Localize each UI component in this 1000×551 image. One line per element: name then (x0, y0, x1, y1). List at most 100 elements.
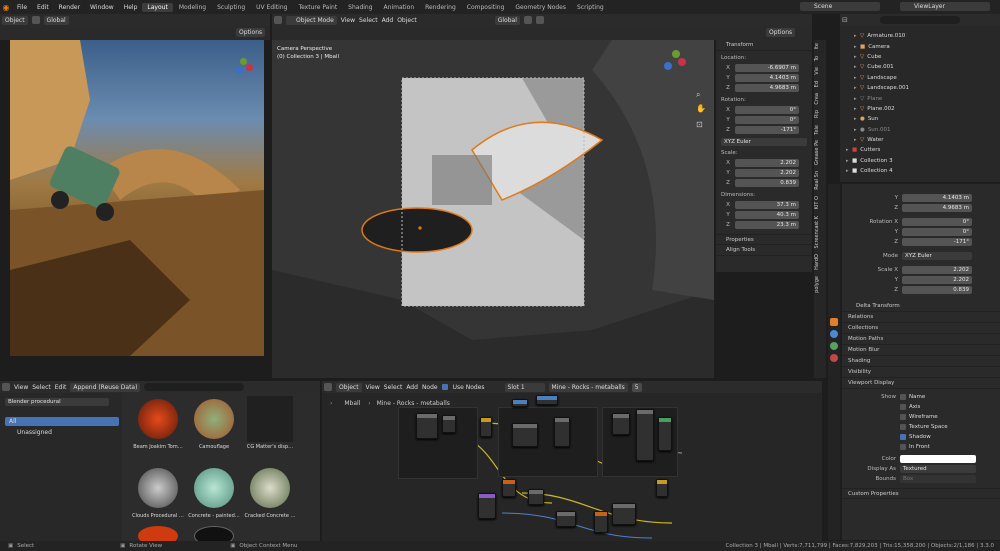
asset-tile[interactable]: Beam Joakim Tom… (132, 396, 184, 460)
node-menu-select[interactable]: Select (384, 384, 403, 391)
sidebar-tab-item[interactable]: Ite (814, 40, 824, 53)
shader-node[interactable] (416, 413, 438, 439)
motion-blur-section[interactable]: Motion Blur (842, 345, 1000, 356)
sidebar-tab-polygon[interactable]: polyge (814, 273, 824, 296)
properties-section[interactable]: Properties (716, 234, 812, 245)
show-name-checkbox[interactable] (900, 394, 906, 400)
shader-node[interactable] (556, 511, 576, 527)
asset-menu-view[interactable]: View (14, 384, 28, 391)
prop-rotation-x[interactable]: 0° (902, 218, 972, 226)
outliner-row[interactable]: ▸ ▽ Landscape (840, 73, 1000, 83)
asset-menu-select[interactable]: Select (32, 384, 51, 391)
material-icon[interactable] (830, 354, 838, 362)
asset-tile[interactable]: Cracked Concrete … (244, 465, 296, 529)
node-editor-type-icon[interactable] (324, 383, 332, 391)
shader-node[interactable] (658, 417, 672, 451)
object-properties-icon[interactable] (830, 318, 838, 326)
menu-edit[interactable]: Edit (32, 4, 54, 11)
tab-scripting[interactable]: Scripting (572, 3, 609, 12)
main-3d-viewport[interactable] (272, 40, 714, 378)
outliner-row[interactable]: ▸ ■ Collection 4 (840, 166, 1000, 176)
shader-node[interactable] (612, 413, 630, 435)
outliner-row[interactable]: ▸ ▽ Water (840, 135, 1000, 145)
menu-window[interactable]: Window (85, 4, 119, 11)
prop-rotation-z[interactable]: -171° (902, 238, 972, 246)
zoom-icon[interactable]: ⌕ (696, 90, 706, 100)
menu-file[interactable]: File (12, 4, 32, 11)
sidebar-tab-tele[interactable]: Tele (814, 122, 824, 138)
show-shadow-checkbox[interactable] (900, 434, 906, 440)
shader-node[interactable] (442, 415, 456, 433)
sidebar-tab-kit-ops[interactable]: KIT O (814, 193, 824, 212)
outliner-row[interactable]: ▸ ▽ Landscape.001 (840, 83, 1000, 93)
node-canvas[interactable]: › Mball › Mine - Rocks - metaballs (322, 393, 822, 541)
collections-section[interactable]: Collections (842, 323, 1000, 334)
viewport-display-section[interactable]: Viewport Display (842, 378, 1000, 389)
dimension-x-field[interactable]: 37.3 m (735, 201, 799, 209)
show-wireframe-checkbox[interactable] (900, 414, 906, 420)
outliner-row[interactable]: ▸ ■ Collection 3 (840, 156, 1000, 166)
tab-compositing[interactable]: Compositing (462, 3, 510, 12)
menu-view[interactable]: View (341, 17, 355, 24)
cursor-icon[interactable] (31, 16, 40, 24)
outliner-row[interactable]: ▸ ▽ Armature.010 (840, 31, 1000, 41)
shader-node[interactable] (478, 493, 496, 519)
catalog-unassigned[interactable]: Unassigned (5, 428, 119, 437)
tab-texture-paint[interactable]: Texture Paint (293, 3, 342, 12)
material-name-field[interactable]: Mine - Rocks - metaballs (548, 382, 628, 392)
sidebar-tab-view[interactable]: Vie (814, 64, 824, 78)
tab-uv-editing[interactable]: UV Editing (251, 3, 292, 12)
outliner-row[interactable]: ▸ ■ Cutters (840, 145, 1000, 155)
scale-y-field[interactable]: 2.202 (735, 169, 799, 177)
asset-editor-type-icon[interactable] (2, 383, 10, 391)
location-x-field[interactable]: -6.6907 m (735, 64, 799, 72)
outliner-row[interactable]: ▸ ■ Camera (840, 41, 1000, 51)
material-users-count[interactable]: 5 (631, 382, 642, 392)
sidebar-tab-grease-pencil[interactable]: Grease Pe (814, 137, 824, 168)
transform-header[interactable]: Transform (716, 40, 812, 51)
physics-icon[interactable] (830, 342, 838, 350)
scale-x-field[interactable]: 2.202 (735, 159, 799, 167)
tab-shading[interactable]: Shading (343, 3, 377, 12)
asset-tile[interactable]: CG Matter's disp… (244, 396, 296, 460)
prop-scale-x[interactable]: 2.202 (902, 266, 972, 274)
shader-node[interactable] (512, 399, 528, 407)
mode-dropdown[interactable]: Object Mode (286, 15, 337, 25)
blender-logo-icon[interactable]: ◉ (0, 3, 12, 12)
delta-transform-section[interactable]: Delta Transform (842, 301, 1000, 312)
sidebar-tab-screencast[interactable]: Screencast K (814, 213, 824, 251)
pan-hand-icon[interactable]: ✋ (696, 104, 706, 114)
tab-animation[interactable]: Animation (379, 3, 420, 12)
outliner-row[interactable]: ▸ ● Sun.001 (840, 125, 1000, 135)
proportional-edit-icon[interactable] (535, 16, 544, 24)
tab-sculpting[interactable]: Sculpting (212, 3, 250, 12)
import-method-dropdown[interactable]: Append (Reuse Data) (70, 382, 141, 392)
prop-location-z[interactable]: 4.9683 m (902, 204, 972, 212)
prop-rotation-y[interactable]: 0° (902, 228, 972, 236)
show-in-front-checkbox[interactable] (900, 444, 906, 450)
shader-node[interactable] (536, 395, 558, 405)
show-axis-checkbox[interactable] (900, 404, 906, 410)
node-frame[interactable] (398, 407, 478, 479)
location-z-field[interactable]: 4.9683 m (735, 84, 799, 92)
asset-tile[interactable]: Camouflage (188, 396, 240, 460)
use-nodes-checkbox[interactable] (441, 384, 448, 390)
left-mode-dropdown[interactable]: Object (2, 15, 28, 25)
snap-icon[interactable] (523, 16, 532, 24)
catalog-all[interactable]: All (5, 417, 119, 426)
left-navigation-gizmo[interactable] (236, 58, 253, 74)
outliner-row[interactable]: ▸ ▽ Plane (840, 93, 1000, 103)
shader-node[interactable] (636, 409, 654, 461)
editor-type-icon[interactable] (274, 16, 282, 24)
node-menu-node[interactable]: Node (422, 384, 438, 391)
shader-node[interactable] (612, 503, 636, 525)
sidebar-tab-real-snow[interactable]: Real Sn (814, 168, 824, 193)
shader-node[interactable] (656, 479, 668, 497)
slot-dropdown[interactable]: Slot 1 (504, 382, 545, 392)
left-orientation-dropdown[interactable]: Global (43, 15, 69, 25)
show-texture-space-checkbox[interactable] (900, 424, 906, 430)
outliner-row[interactable]: ▸ ▽ Cube.001 (840, 62, 1000, 72)
rotation-mode-dropdown[interactable]: XYZ Euler (721, 138, 807, 146)
prop-scale-y[interactable]: 2.202 (902, 276, 972, 284)
menu-object[interactable]: Object (397, 17, 417, 24)
